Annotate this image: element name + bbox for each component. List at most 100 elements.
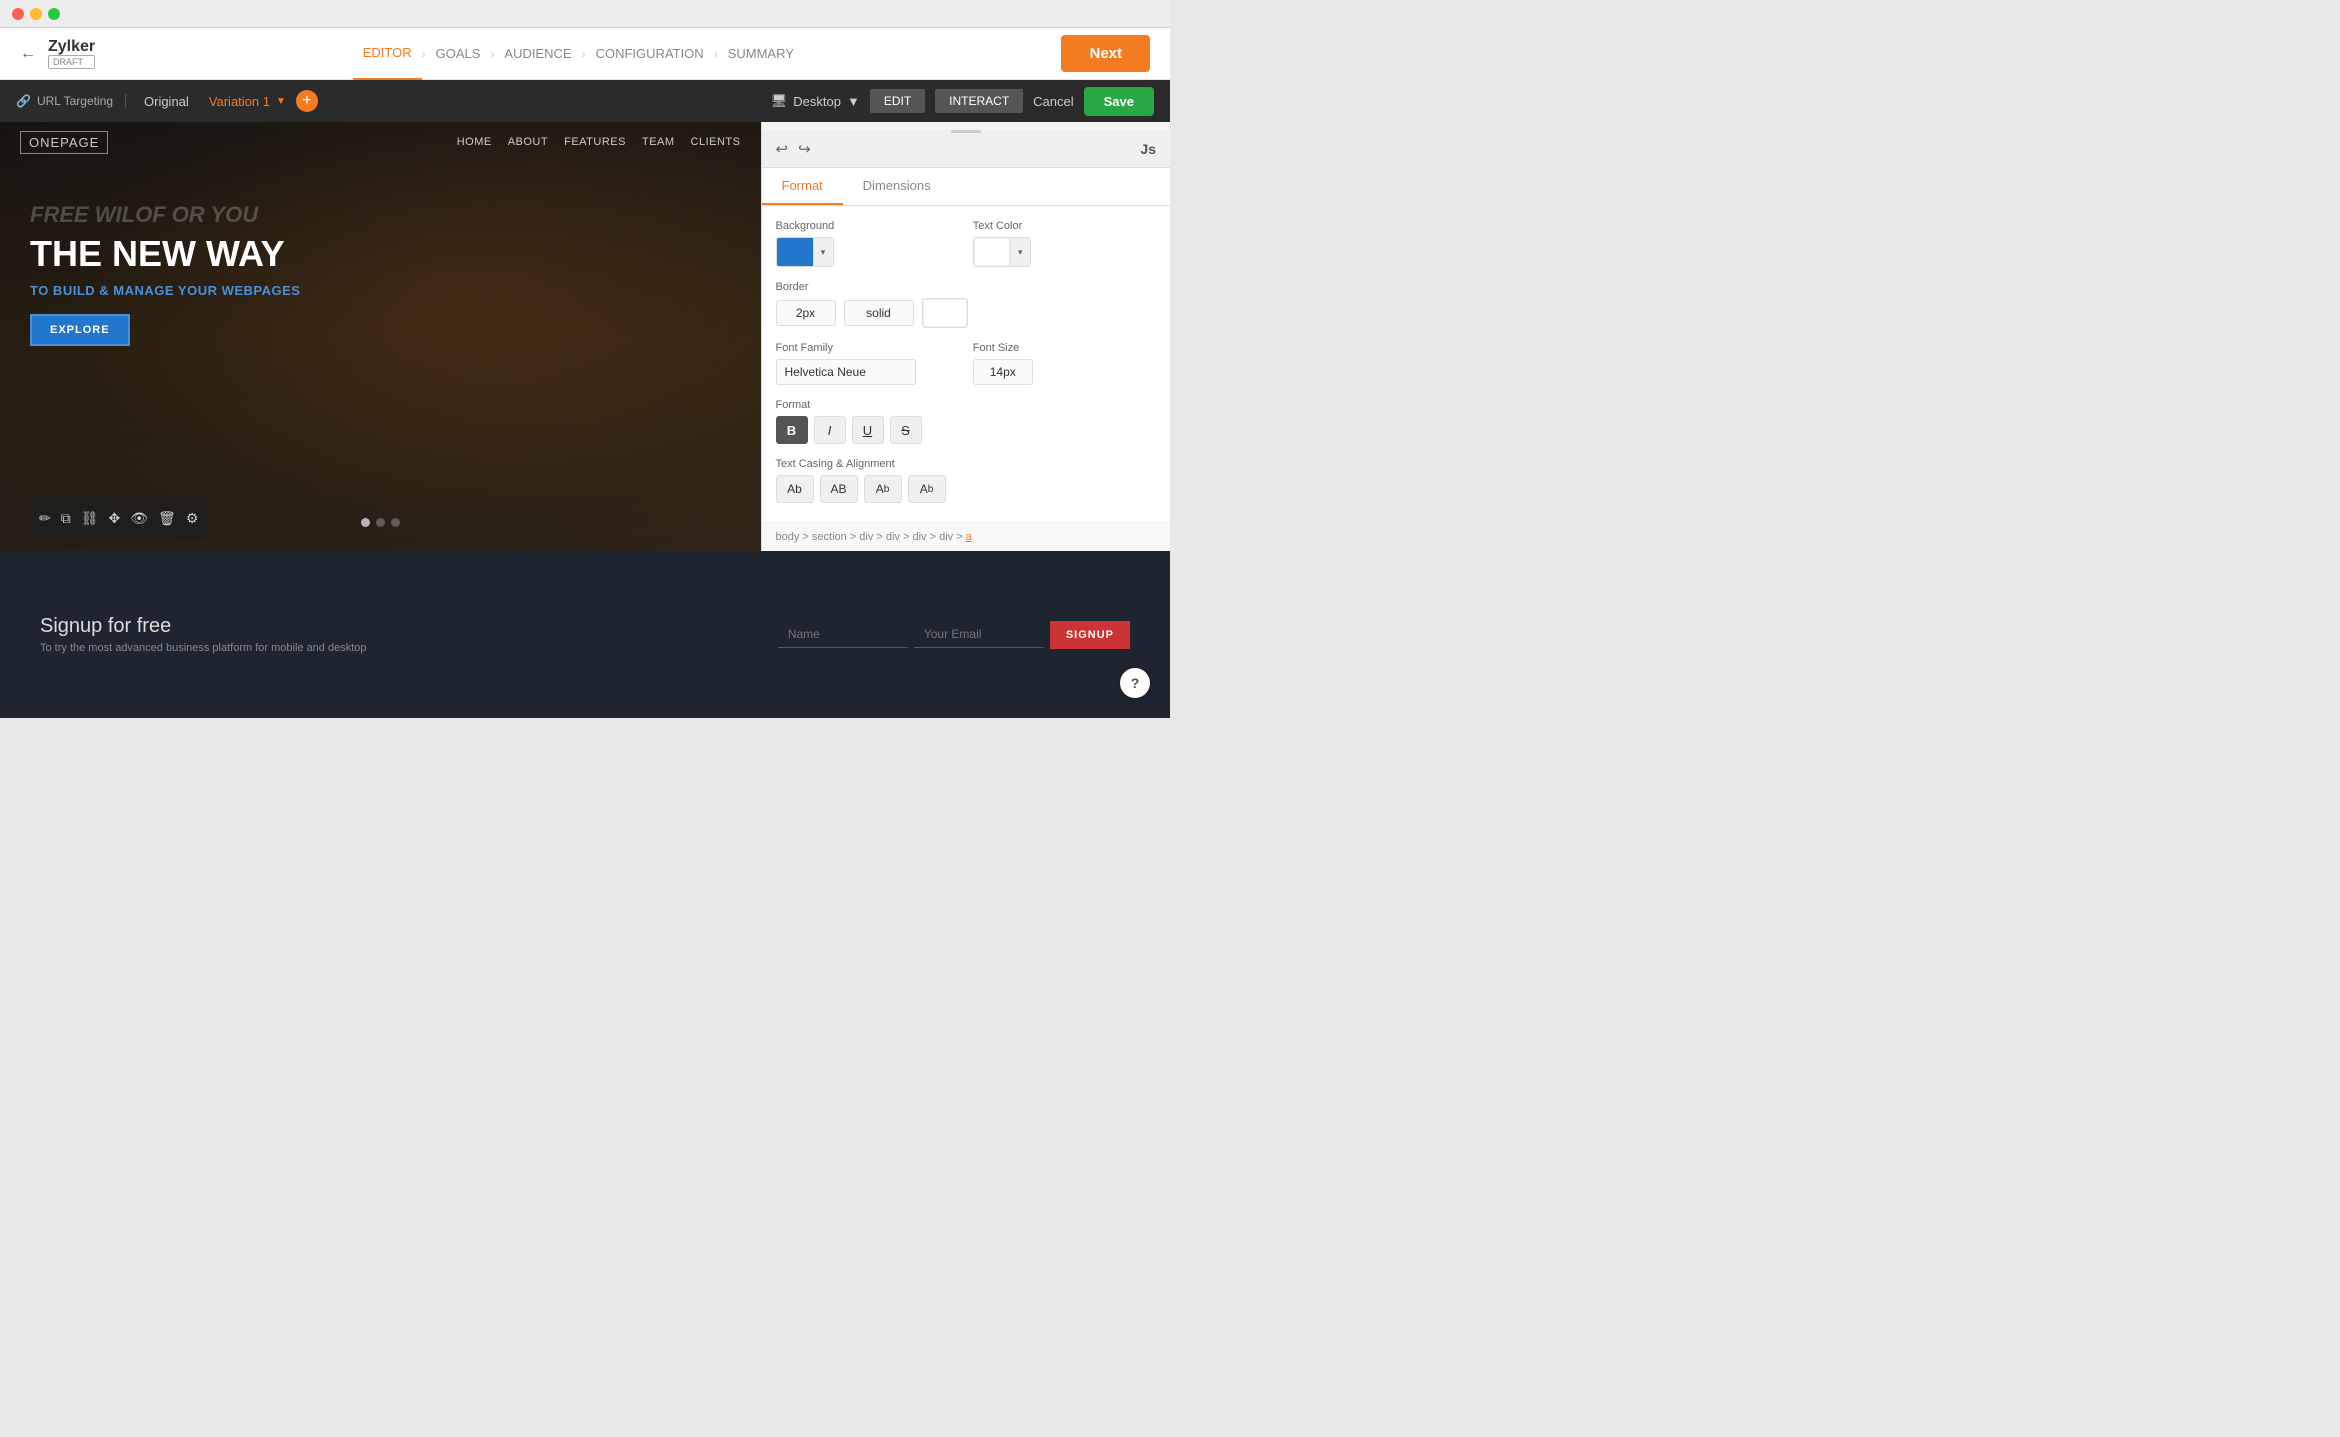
help-button[interactable]: ? <box>1120 668 1150 698</box>
border-style-input[interactable] <box>844 300 914 326</box>
maximize-button[interactable] <box>48 8 60 20</box>
background-color-swatch[interactable]: ▾ <box>776 237 834 267</box>
background-color-dropdown[interactable]: ▾ <box>813 238 833 266</box>
format-label: Format <box>776 399 1157 411</box>
next-button[interactable]: Next <box>1061 35 1150 72</box>
background-label: Background <box>776 220 959 232</box>
right-panel: ↩ ↪ Js Format Dimensions Background ▾ <box>761 122 1171 551</box>
bold-button[interactable]: B <box>776 416 808 444</box>
text-color-dropdown[interactable]: ▾ <box>1010 238 1030 266</box>
border-width-input[interactable] <box>776 300 836 326</box>
text-color-label: Text Color <box>973 220 1156 232</box>
menu-team: TEAM <box>642 136 675 148</box>
border-label: Border <box>776 281 1157 293</box>
main-area: ONEPAGE HOME ABOUT FEATURES TEAM CLIENTS… <box>0 122 1170 718</box>
nav-steps: EDITOR › GOALS › AUDIENCE › CONFIGURATIO… <box>353 28 804 80</box>
signup-email-input[interactable] <box>914 621 1044 648</box>
panel-body: Background ▾ Text Color ▾ <box>762 206 1171 522</box>
signup-name-input[interactable] <box>778 621 908 648</box>
color-section: Background ▾ Text Color ▾ <box>776 220 1157 281</box>
mixed-case-button[interactable]: Ab <box>864 475 902 503</box>
visibility-icon[interactable]: 👁 <box>127 508 151 529</box>
underline-button[interactable]: U <box>852 416 884 444</box>
italic-button[interactable]: I <box>814 416 846 444</box>
format-prop: Format B I U S <box>776 399 1157 444</box>
traffic-lights <box>12 8 60 20</box>
border-prop: Border <box>776 281 1157 328</box>
save-button[interactable]: Save <box>1084 87 1154 116</box>
settings-element-icon[interactable]: ⚙ <box>183 508 202 529</box>
signup-text: Signup for free To try the most advanced… <box>40 615 367 654</box>
secondary-left: 🔗 URL Targeting Original Variation 1 ▼ + <box>16 90 318 113</box>
device-selector[interactable]: 🖥 Desktop ▼ <box>771 93 860 109</box>
website-menu: HOME ABOUT FEATURES TEAM CLIENTS <box>457 136 741 148</box>
minimize-button[interactable] <box>30 8 42 20</box>
strikethrough-button[interactable]: S <box>890 416 922 444</box>
text-color-prop: Text Color ▾ <box>973 220 1156 267</box>
casing-prop: Text Casing & Alignment Ab AB Ab Ab <box>776 458 1157 503</box>
step-summary[interactable]: SUMMARY <box>718 46 804 61</box>
url-targeting[interactable]: 🔗 URL Targeting <box>16 94 126 108</box>
font-family-input[interactable] <box>776 359 916 385</box>
border-color-swatch[interactable] <box>922 298 968 328</box>
top-nav-left: ← Zylker DRAFT <box>20 38 95 70</box>
edit-icon[interactable]: ✏ <box>36 508 54 529</box>
signup-button[interactable]: SIGNUP <box>1050 621 1130 649</box>
dot-3[interactable] <box>391 518 400 527</box>
hero-title: THE NEW WAY <box>30 234 498 274</box>
delete-icon[interactable]: 🗑 <box>155 508 179 529</box>
undo-button[interactable]: ↩ <box>776 140 789 158</box>
uppercase-button[interactable]: AB <box>820 475 858 503</box>
text-color-swatch[interactable]: ▾ <box>973 237 1031 267</box>
secondary-right: 🖥 Desktop ▼ EDIT INTERACT Cancel Save <box>771 87 1154 116</box>
tab-original[interactable]: Original <box>134 90 199 113</box>
panel-tabs: Format Dimensions <box>762 168 1171 206</box>
brand: Zylker DRAFT <box>48 38 95 70</box>
dot-2[interactable] <box>376 518 385 527</box>
font-size-label: Font Size <box>973 342 1156 354</box>
background-prop: Background ▾ <box>776 220 959 267</box>
sentence-case-button[interactable]: Ab <box>776 475 814 503</box>
redo-button[interactable]: ↪ <box>798 140 811 158</box>
step-goals[interactable]: GOALS <box>426 46 491 61</box>
secondary-bar: 🔗 URL Targeting Original Variation 1 ▼ +… <box>0 80 1170 122</box>
url-targeting-label: URL Targeting <box>37 94 113 108</box>
font-family-label: Font Family <box>776 342 959 354</box>
back-button[interactable]: ← <box>20 45 36 63</box>
tab-format[interactable]: Format <box>762 168 843 205</box>
lowercase-button[interactable]: Ab <box>908 475 946 503</box>
hero-subtitle: TO BUILD & MANAGE YOUR WEBPAGES <box>30 282 498 300</box>
draft-badge: DRAFT <box>48 55 95 69</box>
interact-button[interactable]: INTERACT <box>935 89 1023 113</box>
border-controls <box>776 298 1157 328</box>
menu-features: FEATURES <box>564 136 626 148</box>
dot-1[interactable] <box>361 518 370 527</box>
step-editor[interactable]: EDITOR <box>353 28 422 80</box>
cancel-button[interactable]: Cancel <box>1033 94 1073 109</box>
step-configuration[interactable]: CONFIGURATION <box>586 46 714 61</box>
close-button[interactable] <box>12 8 24 20</box>
duplicate-icon[interactable]: ⧉ <box>58 508 74 529</box>
hero-content: FREE WILOF OR YOU THE NEW WAY TO BUILD &… <box>30 202 498 346</box>
breadcrumb-element[interactable]: a <box>966 531 972 543</box>
explore-button[interactable]: EXPLORE <box>30 314 130 346</box>
menu-home: HOME <box>457 136 492 148</box>
hero-faded-text: FREE WILOF OR YOU <box>30 202 498 228</box>
element-toolbar: ✏ ⧉ ⛓ ✥ 👁 🗑 ⚙ <box>30 497 207 539</box>
link-element-icon[interactable]: ⛓ <box>78 508 102 529</box>
edit-button[interactable]: EDIT <box>870 89 925 113</box>
casing-label: Text Casing & Alignment <box>776 458 1157 470</box>
font-size-input[interactable] <box>973 359 1033 385</box>
casing-buttons: Ab AB Ab Ab <box>776 475 1157 503</box>
brand-name: Zylker <box>48 38 95 56</box>
add-variation-button[interactable]: + <box>296 90 318 112</box>
signup-form: SIGNUP <box>778 621 1130 649</box>
move-icon[interactable]: ✥ <box>106 508 124 529</box>
font-family-prop: Font Family <box>776 342 959 385</box>
step-audience[interactable]: AUDIENCE <box>494 46 581 61</box>
tab-dimensions[interactable]: Dimensions <box>843 168 951 205</box>
font-size-prop: Font Size <box>973 342 1156 385</box>
menu-about: ABOUT <box>508 136 548 148</box>
tab-variation[interactable]: Variation 1 ▼ <box>199 90 296 113</box>
border-color-box <box>923 299 967 327</box>
